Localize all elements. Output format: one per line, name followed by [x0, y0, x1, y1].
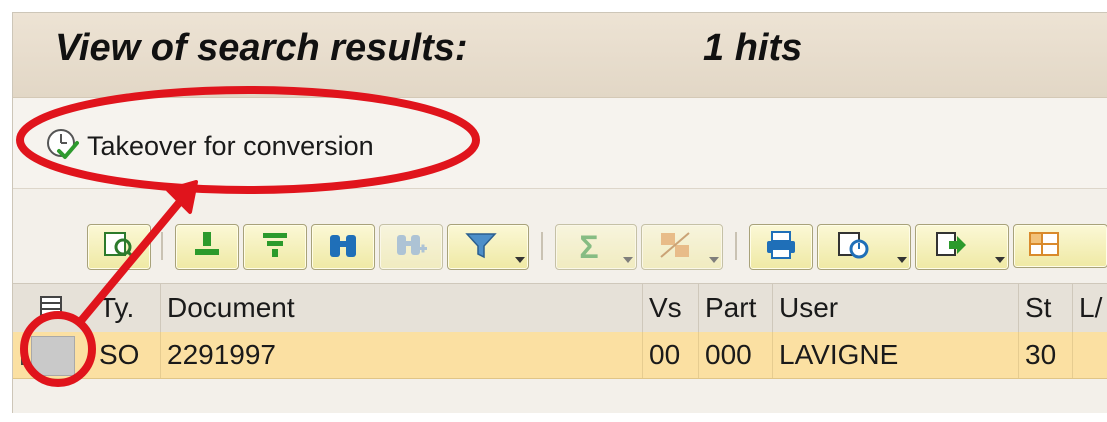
takeover-label: Takeover for conversion: [87, 130, 374, 161]
total-button[interactable]: Σ: [555, 224, 637, 270]
chevron-down-icon: [623, 257, 633, 263]
hits-count: 1 hits: [703, 27, 803, 69]
results-grid: Ty. Document Vs Part User St L/ SO 22919…: [13, 283, 1107, 383]
column-header-user[interactable]: User: [773, 284, 1019, 332]
print-preview-button[interactable]: [749, 224, 813, 270]
application-toolbar: Takeover for conversion: [13, 98, 1107, 189]
sap-window: View of search results: 1 hits Takeover …: [12, 12, 1107, 413]
chevron-down-icon: [897, 257, 907, 263]
find-button[interactable]: [311, 224, 375, 270]
column-header-l[interactable]: L/: [1073, 284, 1107, 332]
cell-type: SO: [93, 332, 161, 378]
filter-button[interactable]: [447, 224, 529, 270]
takeover-for-conversion-button[interactable]: Takeover for conversion: [45, 126, 374, 166]
binoculars-icon: [325, 229, 361, 266]
toolbar-separator: [735, 232, 737, 260]
views-button[interactable]: [817, 224, 911, 270]
alv-toolbar: Σ: [13, 218, 1107, 276]
cell-document: 2291997: [161, 332, 643, 378]
layout-grid-icon: [1026, 228, 1062, 265]
sigma-icon: Σ: [579, 228, 599, 265]
details-button[interactable]: [87, 224, 151, 270]
magnifier-doc-icon: [101, 229, 137, 266]
column-header-document[interactable]: Document: [161, 284, 643, 332]
sort-asc-icon: [189, 229, 225, 266]
toolbar-separator: [541, 232, 543, 260]
select-all-icon[interactable]: [39, 294, 65, 325]
title-bar: View of search results: 1 hits: [13, 13, 1107, 98]
export-icon: [933, 229, 969, 266]
sort-descending-button[interactable]: [243, 224, 307, 270]
sort-desc-icon: [257, 229, 293, 266]
subtotal-icon: [657, 229, 693, 266]
binoculars-plus-icon: [393, 229, 429, 266]
cell-part: 000: [699, 332, 773, 378]
page-title: View of search results:: [55, 27, 468, 69]
column-header-part[interactable]: Part: [699, 284, 773, 332]
chevron-down-icon: [995, 257, 1005, 263]
export-button[interactable]: [915, 224, 1009, 270]
column-header-version[interactable]: Vs: [643, 284, 699, 332]
column-header-type[interactable]: Ty.: [93, 284, 161, 332]
toolbar-separator: [161, 232, 163, 260]
layout-button[interactable]: [1013, 224, 1107, 268]
filter-icon: [463, 229, 499, 266]
column-header-status[interactable]: St: [1019, 284, 1073, 332]
sort-ascending-button[interactable]: [175, 224, 239, 270]
row-selector-button[interactable]: [31, 336, 75, 376]
row-marker: [21, 347, 24, 365]
cell-user: LAVIGNE: [773, 332, 1019, 378]
cell-status: 30: [1019, 332, 1073, 378]
subtotal-button[interactable]: [641, 224, 723, 270]
printer-icon: [763, 229, 799, 266]
table-row[interactable]: SO 2291997 00 000 LAVIGNE 30: [13, 332, 1107, 379]
cell-l: [1073, 332, 1107, 378]
grid-header: Ty. Document Vs Part User St L/: [13, 283, 1107, 333]
views-icon: [835, 229, 871, 266]
clock-check-icon: [45, 127, 79, 166]
chevron-down-icon: [709, 257, 719, 263]
chevron-down-icon: [515, 257, 525, 263]
find-next-button[interactable]: [379, 224, 443, 270]
cell-version: 00: [643, 332, 699, 378]
